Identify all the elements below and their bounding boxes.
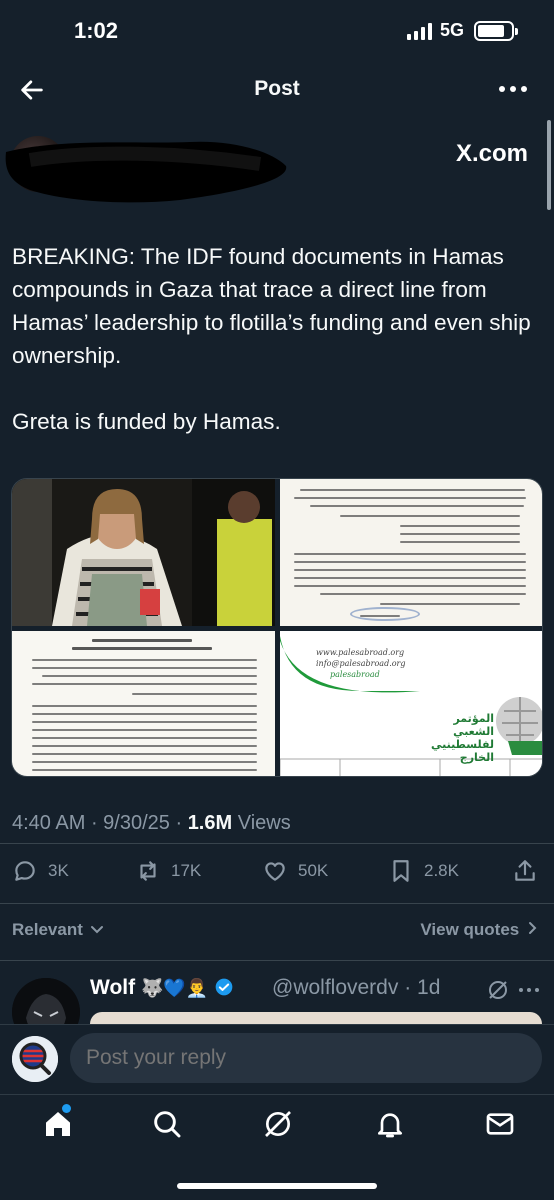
- letterhead-title: المؤتمر الشعبي لفلسطينيي الخارج: [430, 713, 494, 764]
- page-title: Post: [254, 77, 300, 100]
- grok-icon[interactable]: [486, 978, 510, 1002]
- sort-label: Relevant: [12, 920, 83, 939]
- media-document-1[interactable]: [280, 479, 542, 626]
- divider: [0, 843, 554, 844]
- heart-icon: [265, 862, 285, 881]
- post-text: BREAKING: The IDF found documents in Ham…: [12, 244, 531, 434]
- reply-count: 3K: [48, 861, 69, 880]
- battery-icon: [474, 20, 518, 41]
- views-count: 1.6M: [187, 812, 233, 834]
- post-meta: 4:40 AM · 9/30/25 · 1.6M Views: [12, 812, 291, 834]
- letterhead-social: palesabroad: [330, 670, 380, 679]
- reply-age: 1d: [417, 976, 441, 999]
- reply-author-name: Wolf: [90, 976, 136, 999]
- view-quotes-label: View quotes: [420, 920, 520, 939]
- status-time: 1:02: [74, 18, 119, 43]
- reply-input[interactable]: [70, 1033, 542, 1083]
- home-icon[interactable]: [42, 1108, 74, 1140]
- divider: [0, 960, 554, 961]
- bookmark-button[interactable]: 2.8K: [388, 858, 459, 884]
- search-icon[interactable]: [151, 1108, 183, 1140]
- like-count: 50K: [298, 861, 329, 880]
- media-document-2[interactable]: [12, 631, 275, 776]
- chevron-down-icon: [90, 926, 103, 934]
- reply-handle: @wolfloverdv: [272, 976, 399, 999]
- reply-author-emoji: 🐺💙👨‍💼: [140, 978, 209, 998]
- repost-count: 17K: [171, 861, 202, 880]
- reply-handle-line: @wolfloverdv · 1d: [272, 976, 441, 999]
- media-grid[interactable]: www.palesabroad.org info@palesabroad.org…: [11, 478, 543, 777]
- messages-icon[interactable]: [484, 1108, 516, 1140]
- repost-icon: [140, 861, 156, 881]
- source-label: X.com: [455, 140, 528, 167]
- post-date: 9/30/25: [103, 812, 170, 834]
- letterhead-email: info@palesabroad.org: [316, 659, 406, 668]
- verified-badge-icon: [215, 978, 233, 996]
- share-icon: [515, 860, 535, 881]
- grok-nav-icon[interactable]: [262, 1108, 294, 1140]
- action-bar: 3K 17K 50K 2.8K: [0, 858, 554, 890]
- more-options-icon[interactable]: [498, 84, 528, 94]
- network-label: 5G: [439, 20, 464, 40]
- reply-icon: [15, 861, 35, 881]
- notification-dot: [62, 1104, 71, 1113]
- bookmark-count: 2.8K: [424, 861, 459, 880]
- chevron-right-icon: [529, 922, 537, 934]
- share-button[interactable]: [512, 858, 538, 884]
- reply-button[interactable]: 3K: [12, 858, 69, 884]
- like-button[interactable]: 50K: [262, 858, 328, 884]
- letterhead-website: www.palesabroad.org: [316, 648, 405, 657]
- repost-button[interactable]: 17K: [135, 858, 201, 884]
- post-time: 4:40 AM: [12, 812, 86, 834]
- media-photo-person[interactable]: [12, 479, 275, 626]
- media-document-letterhead[interactable]: www.palesabroad.org info@palesabroad.org…: [280, 631, 542, 776]
- bell-icon[interactable]: [374, 1108, 406, 1140]
- redaction-scribble: [5, 141, 287, 203]
- signal-icon: [406, 22, 432, 40]
- divider: [0, 903, 554, 904]
- home-indicator: [177, 1183, 377, 1189]
- reply-author[interactable]: Wolf 🐺💙👨‍💼: [90, 976, 234, 1000]
- scrollbar[interactable]: [547, 120, 551, 210]
- view-quotes-link[interactable]: View quotes: [420, 920, 538, 940]
- reply-more-icon[interactable]: [518, 986, 540, 994]
- my-avatar[interactable]: [12, 1036, 58, 1082]
- bookmark-icon: [393, 860, 409, 882]
- views-label: Views: [237, 812, 291, 834]
- status-indicators: 5G: [406, 20, 518, 41]
- sort-dropdown[interactable]: Relevant: [12, 920, 104, 940]
